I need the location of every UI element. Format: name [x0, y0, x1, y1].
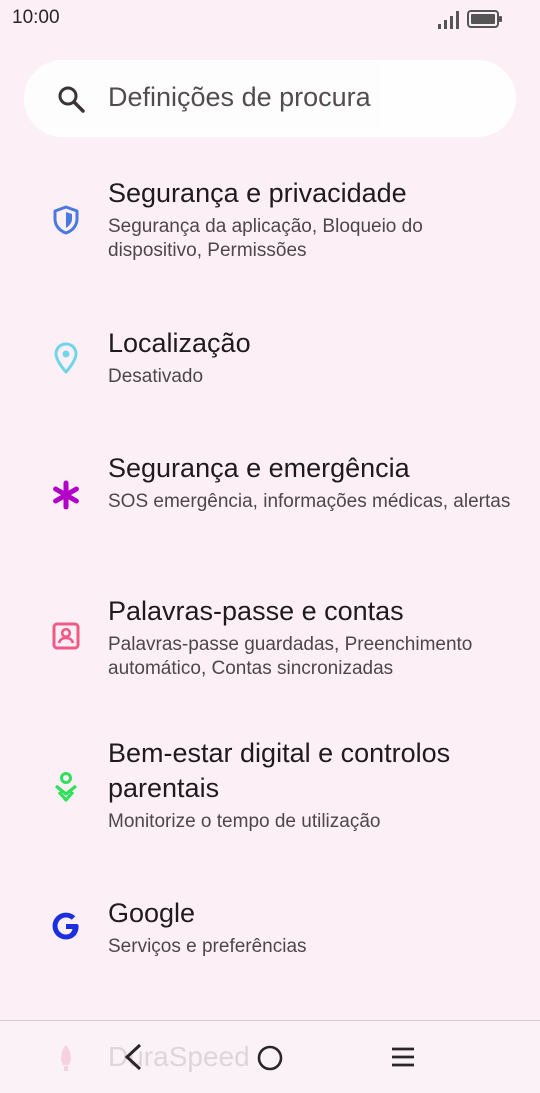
- settings-item-location[interactable]: Localização Desativado: [0, 310, 540, 420]
- settings-item-title: Segurança e privacidade: [108, 178, 407, 208]
- location-pin-icon: [54, 342, 78, 374]
- search-placeholder: Definições de procura: [108, 82, 371, 112]
- settings-item-subtitle: Segurança da aplicação, Bloqueio do disp…: [108, 216, 423, 261]
- settings-item-subtitle: Monitorize o tempo de utilização: [108, 811, 381, 832]
- settings-item-title: Google: [108, 898, 196, 928]
- google-icon: [52, 912, 79, 940]
- settings-item-subtitle: SOS emergência, informações médicas, ale…: [108, 491, 511, 512]
- settings-item-title: Localização: [108, 328, 251, 358]
- settings-item-subtitle: Serviços e preferências: [108, 936, 307, 957]
- battery-icon: [467, 10, 502, 28]
- settings-item-title: Segurança e emergência: [108, 453, 410, 483]
- menu-icon[interactable]: [389, 1045, 417, 1069]
- asterisk-icon: [53, 480, 79, 510]
- home-circle-icon[interactable]: [255, 1043, 285, 1073]
- settings-item-safety-emergency[interactable]: Segurança e emergência SOS emergência, i…: [0, 435, 540, 565]
- settings-item-passwords-accounts[interactable]: Palavras-passe e contas Palavras-passe g…: [0, 578, 540, 708]
- status-time: 10:00: [12, 7, 60, 28]
- account-box-icon: [52, 622, 80, 650]
- settings-item-subtitle: Desativado: [108, 366, 204, 387]
- settings-item-title: Bem-estar digital e controlos parentais: [108, 738, 451, 803]
- signal-icon: [438, 11, 459, 29]
- search-icon: [58, 86, 85, 113]
- back-chevron-icon[interactable]: [118, 1041, 148, 1073]
- navigation-bar: DuraSpeed: [0, 1020, 540, 1093]
- settings-item-subtitle: Palavras-passe guardadas, Preenchimento …: [108, 634, 473, 679]
- settings-item-security-privacy[interactable]: Segurança e privacidade Segurança da apl…: [0, 160, 540, 290]
- status-bar: 10:00: [0, 0, 540, 40]
- wellbeing-icon: [55, 772, 77, 802]
- settings-item-google[interactable]: Google Serviços e preferências: [0, 880, 540, 990]
- rocket-watermark-icon: [61, 1045, 71, 1071]
- settings-item-digital-wellbeing[interactable]: Bem-estar digital e controlos parentais …: [0, 720, 540, 870]
- shield-icon: [53, 205, 79, 235]
- search-bar[interactable]: Definições de procura: [24, 60, 516, 137]
- settings-item-title: Palavras-passe e contas: [108, 596, 404, 626]
